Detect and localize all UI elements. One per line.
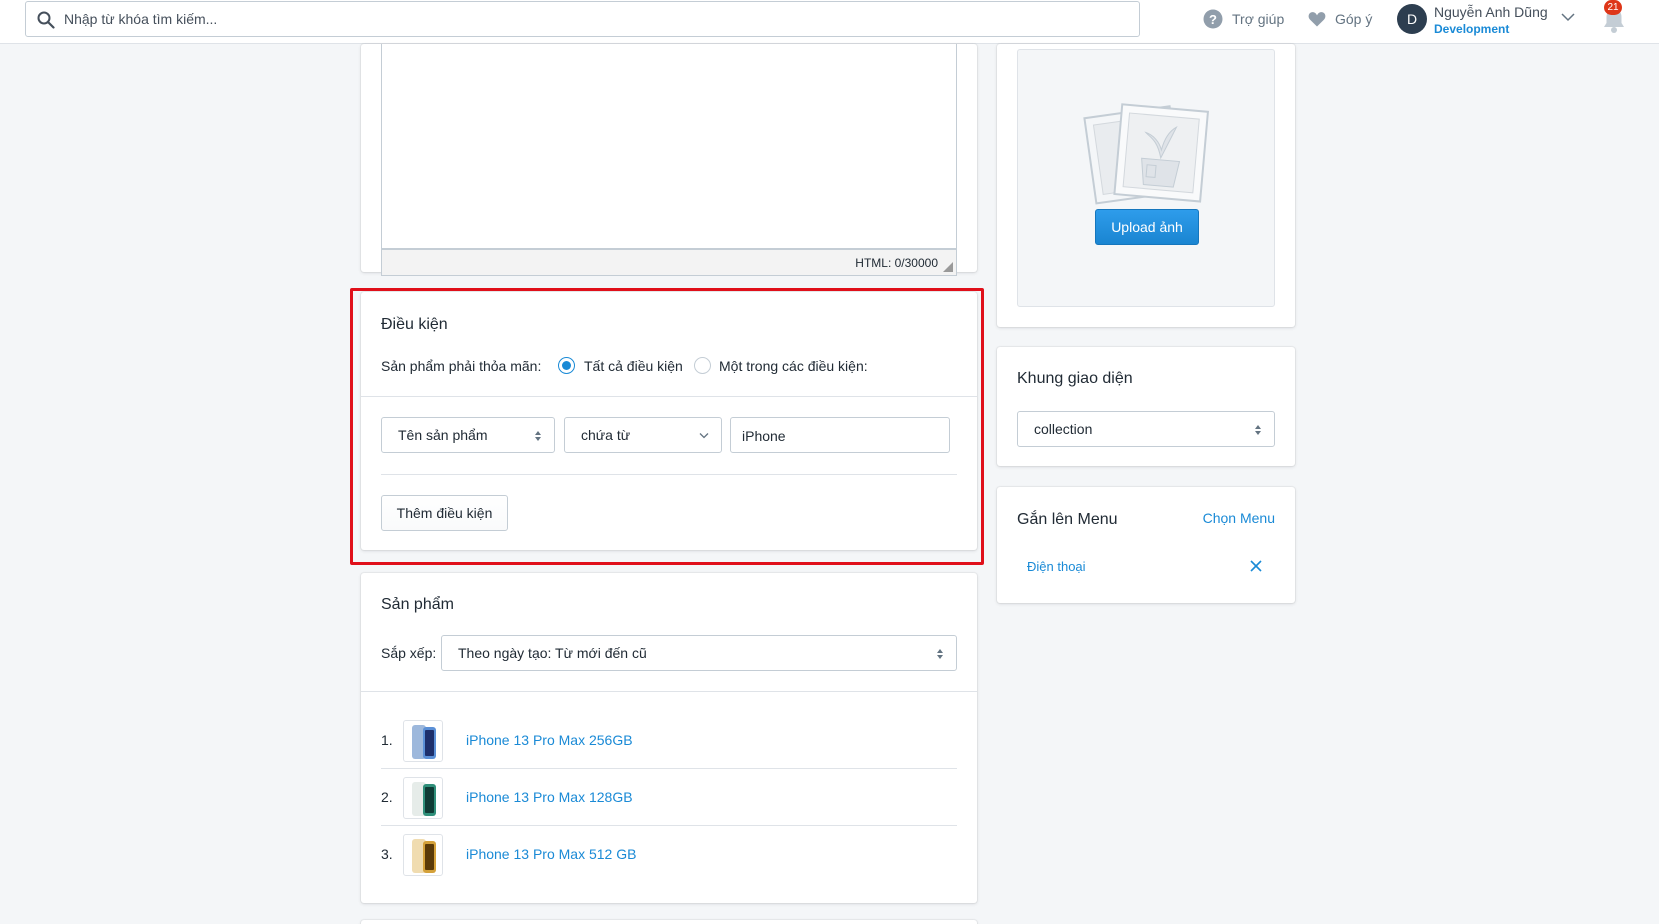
feedback-link[interactable]: Góp ý [1308, 9, 1372, 29]
menu-item-label[interactable]: Điện thoại [1027, 559, 1086, 574]
notification-badge: 21 [1604, 0, 1622, 15]
product-link[interactable]: iPhone 13 Pro Max 256GB [466, 732, 633, 748]
chevron-down-icon [699, 433, 709, 439]
sort-arrows-icon [1255, 425, 1261, 435]
condition-value-input[interactable]: iPhone [730, 417, 950, 453]
add-condition-button[interactable]: Thêm điều kiện [381, 495, 508, 531]
next-card [361, 920, 977, 924]
radio-all-conditions[interactable] [558, 357, 575, 374]
product-index: 3. [381, 846, 393, 862]
template-title: Khung giao diện [1017, 370, 1133, 387]
product-link[interactable]: iPhone 13 Pro Max 128GB [466, 789, 633, 805]
image-dropzone[interactable]: Upload ảnh [1017, 49, 1275, 307]
sort-value: Theo ngày tạo: Từ mới đến cũ [458, 645, 647, 661]
search-box[interactable] [25, 1, 1140, 37]
template-card: Khung giao diện collection [997, 347, 1295, 466]
product-index: 2. [381, 789, 393, 805]
product-thumbnail [403, 834, 443, 876]
match-label: Sản phẩm phải thỏa mãn: [381, 358, 542, 374]
image-card: Upload ảnh [997, 44, 1295, 327]
template-select[interactable]: collection [1017, 411, 1275, 447]
products-card: Sản phẩm Sắp xếp: Theo ngày tạo: Từ mới … [361, 573, 977, 903]
help-link[interactable]: ? Trợ giúp [1203, 9, 1284, 29]
menu-card: Gắn lên Menu Chọn Menu Điện thoại [997, 487, 1295, 603]
conditions-title: Điều kiện [381, 316, 448, 333]
svg-text:?: ? [1209, 12, 1217, 27]
upload-image-button[interactable]: Upload ảnh [1095, 209, 1199, 245]
condition-operator-select[interactable]: chứa từ [564, 417, 722, 453]
condition-field-select[interactable]: Tên sản phẩm [381, 417, 555, 453]
avatar[interactable]: D [1397, 4, 1427, 34]
condition-field-value: Tên sản phẩm [398, 427, 488, 443]
divider [361, 396, 977, 397]
html-editor[interactable] [381, 44, 957, 249]
help-icon: ? [1203, 9, 1223, 29]
feedback-label: Góp ý [1335, 11, 1373, 27]
products-title: Sản phẩm [381, 596, 454, 613]
help-label: Trợ giúp [1232, 11, 1285, 27]
html-counter: HTML: 0/30000 [855, 256, 938, 270]
sort-arrows-icon [535, 431, 541, 441]
sort-select[interactable]: Theo ngày tạo: Từ mới đến cũ [441, 635, 957, 671]
sort-arrows-icon [937, 649, 943, 659]
sort-label: Sắp xếp: [381, 645, 437, 661]
top-bar: ? Trợ giúp Góp ý D Nguyễn Anh Dũng Devel… [0, 0, 1659, 44]
search-icon [37, 11, 55, 29]
conditions-card: Điều kiện Sản phẩm phải thỏa mãn: Tất cả… [361, 292, 977, 550]
product-index: 1. [381, 732, 393, 748]
condition-value-text: iPhone [742, 428, 786, 444]
choose-menu-link[interactable]: Chọn Menu [1203, 510, 1275, 526]
user-name[interactable]: Nguyễn Anh Dũng [1434, 4, 1548, 20]
condition-operator-value: chứa từ [581, 427, 631, 443]
product-row: 1. iPhone 13 Pro Max 256GB [381, 712, 957, 769]
heart-icon [1308, 12, 1326, 27]
product-link[interactable]: iPhone 13 Pro Max 512 GB [466, 846, 636, 862]
search-input[interactable] [64, 2, 1124, 36]
close-icon[interactable] [1250, 560, 1262, 572]
resize-handle-icon[interactable] [943, 262, 953, 272]
editor-status-bar: HTML: 0/30000 [381, 249, 957, 276]
divider [361, 691, 977, 692]
template-value: collection [1034, 421, 1093, 437]
description-card: HTML: 0/30000 [361, 44, 977, 276]
divider [381, 474, 957, 475]
option-all-label[interactable]: Tất cả điều kiện [584, 358, 683, 374]
image-placeholder-icon [1083, 103, 1210, 205]
product-thumbnail [403, 720, 443, 762]
menu-title: Gắn lên Menu [1017, 511, 1118, 528]
option-any-label[interactable]: Một trong các điều kiện: [719, 358, 868, 374]
chevron-down-icon[interactable] [1561, 12, 1575, 22]
user-role: Development [1434, 22, 1510, 36]
product-row: 2. iPhone 13 Pro Max 128GB [381, 769, 957, 826]
product-row: 3. iPhone 13 Pro Max 512 GB [381, 826, 957, 883]
product-thumbnail [403, 777, 443, 819]
radio-any-condition[interactable] [694, 357, 711, 374]
